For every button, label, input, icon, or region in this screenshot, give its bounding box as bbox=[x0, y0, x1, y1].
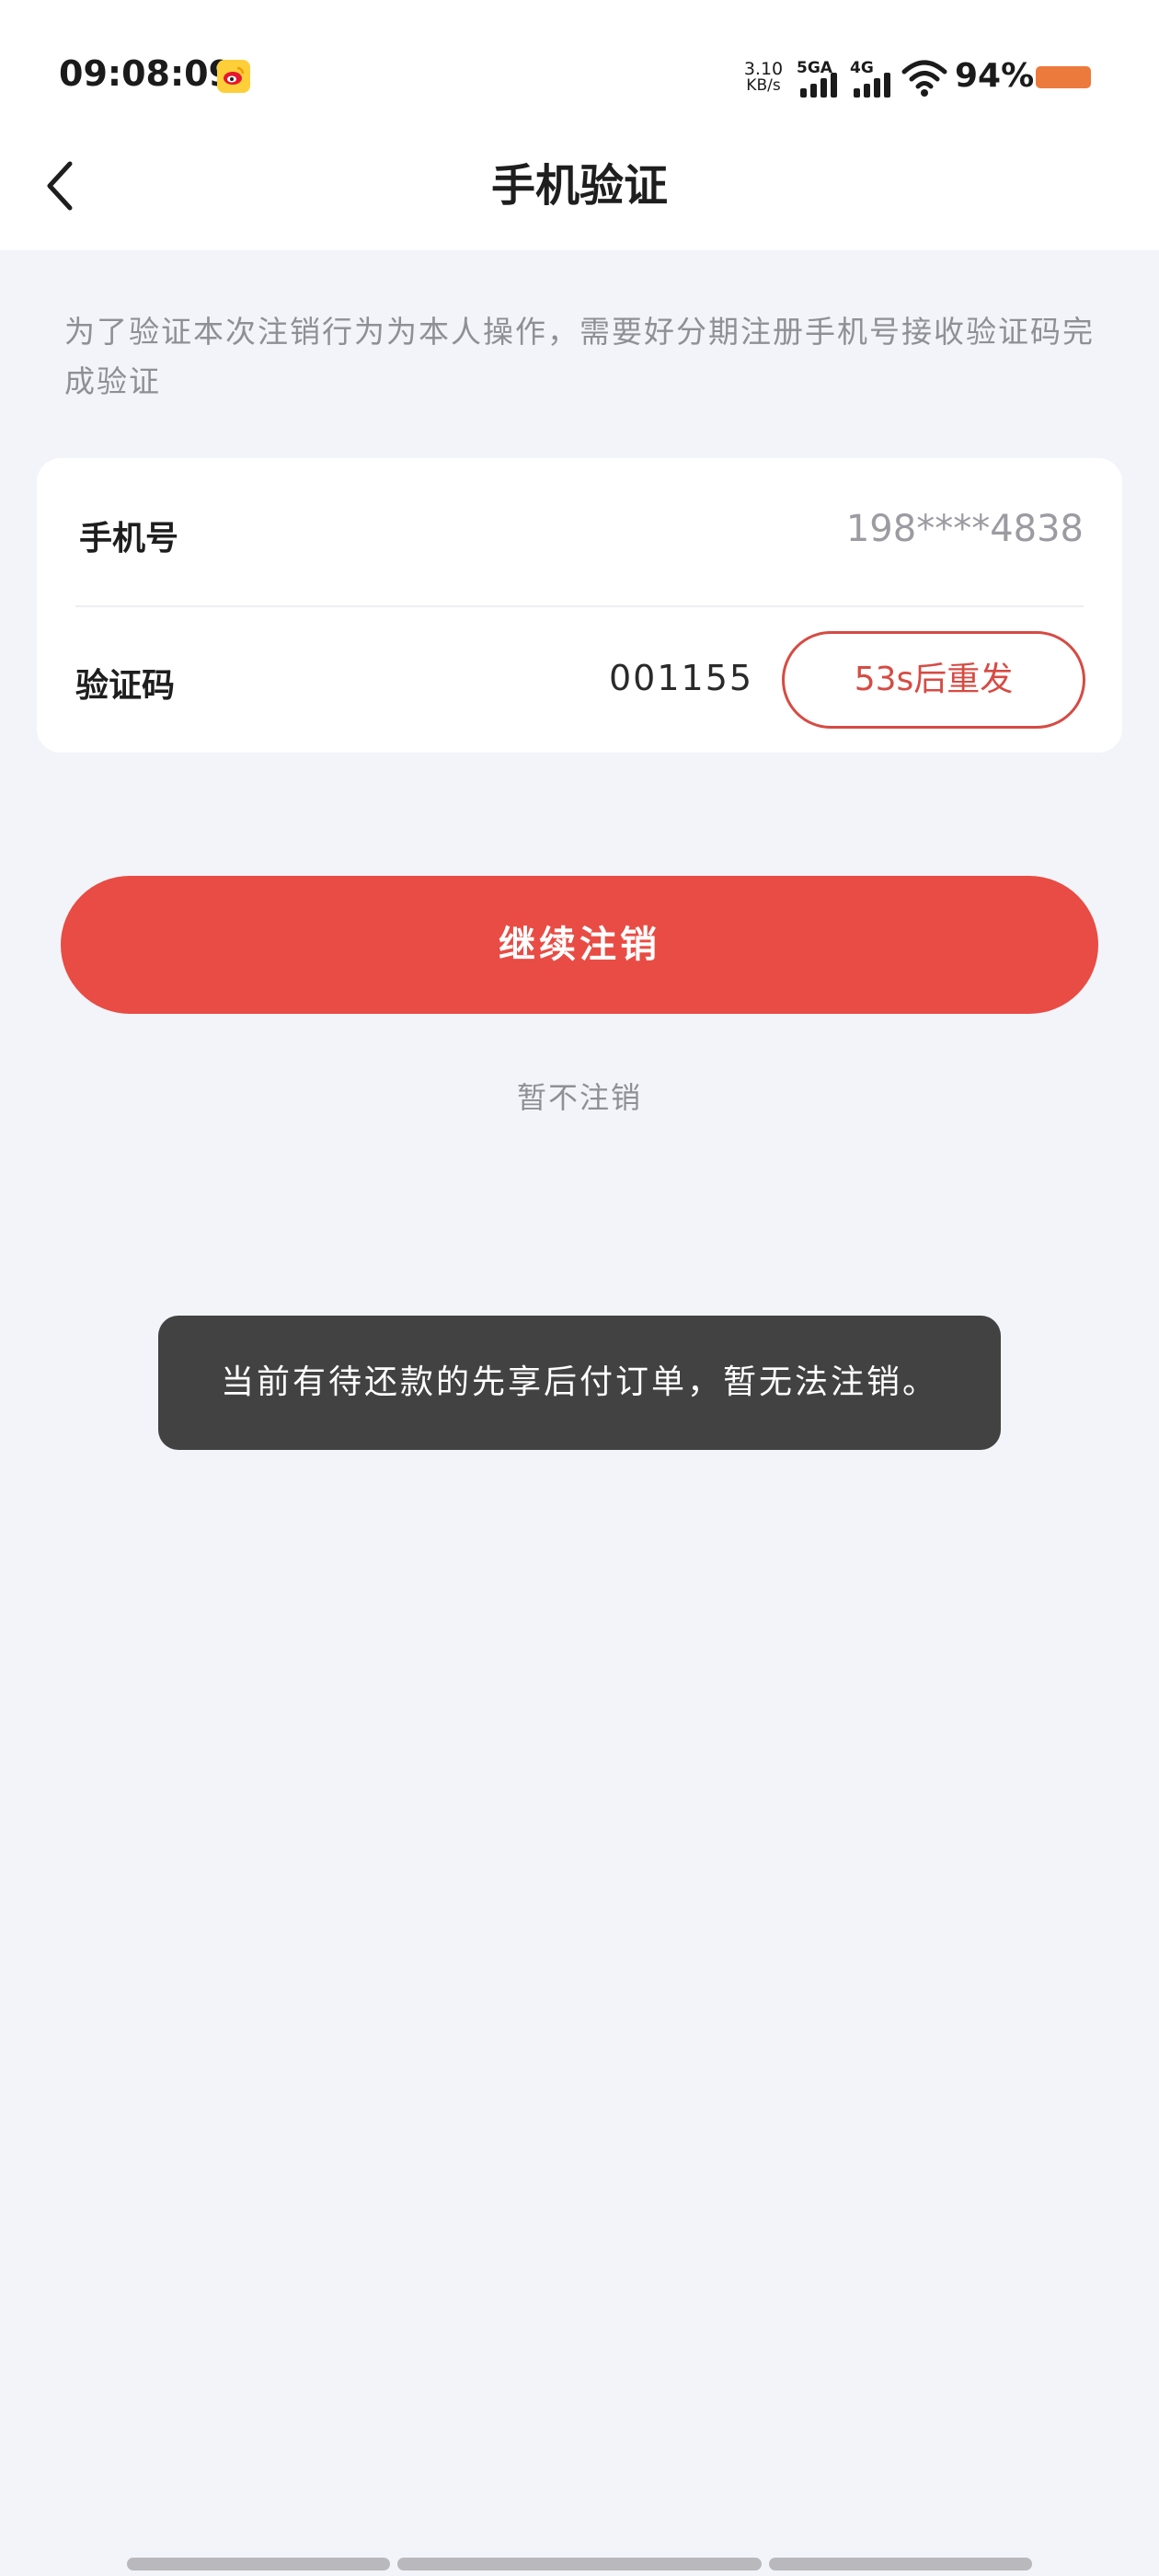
wifi-icon bbox=[901, 60, 947, 97]
status-time: 09:08:09 bbox=[59, 53, 234, 94]
status-bar: 09:08:09 3.10 KB/s 5GA 4G 94% bbox=[0, 0, 1159, 138]
nav-indicator bbox=[127, 2558, 390, 2570]
resend-code-button[interactable]: 53s后重发 bbox=[782, 631, 1085, 729]
signal-bars-icon bbox=[800, 73, 837, 98]
weibo-icon bbox=[217, 60, 250, 93]
network-speed-unit: KB/s bbox=[746, 76, 781, 95]
verification-notice: 为了验证本次注销行为为本人操作，需要好分期注册手机号接收验证码完成验证 bbox=[64, 314, 1095, 399]
divider bbox=[75, 605, 1084, 607]
battery-icon bbox=[1036, 66, 1091, 88]
network-speed: 3.10 KB/s bbox=[743, 59, 784, 95]
verification-code-input[interactable] bbox=[609, 655, 775, 701]
code-label: 验证码 bbox=[75, 667, 176, 705]
nav-indicator bbox=[397, 2558, 762, 2570]
not-now-link[interactable]: 暂不注销 bbox=[0, 1075, 1159, 1121]
verification-card: 手机号 198****4838 验证码 53s后重发 bbox=[37, 458, 1122, 753]
nav-indicator bbox=[769, 2558, 1032, 2570]
phone-label: 手机号 bbox=[79, 520, 179, 558]
signal-5ga: 5GA bbox=[797, 59, 843, 98]
network-speed-value: 3.10 bbox=[743, 59, 784, 79]
toast-message: 当前有待还款的先享后付订单，暂无法注销。 bbox=[158, 1316, 1001, 1450]
signal-bars-icon bbox=[854, 73, 890, 98]
page-title: 手机验证 bbox=[490, 160, 668, 212]
battery-percent: 94% bbox=[955, 57, 1035, 95]
signal-4g: 4G bbox=[850, 59, 896, 98]
phone-value: 198****4838 bbox=[845, 508, 1084, 550]
continue-cancel-account-button[interactable]: 继续注销 bbox=[61, 876, 1098, 1014]
